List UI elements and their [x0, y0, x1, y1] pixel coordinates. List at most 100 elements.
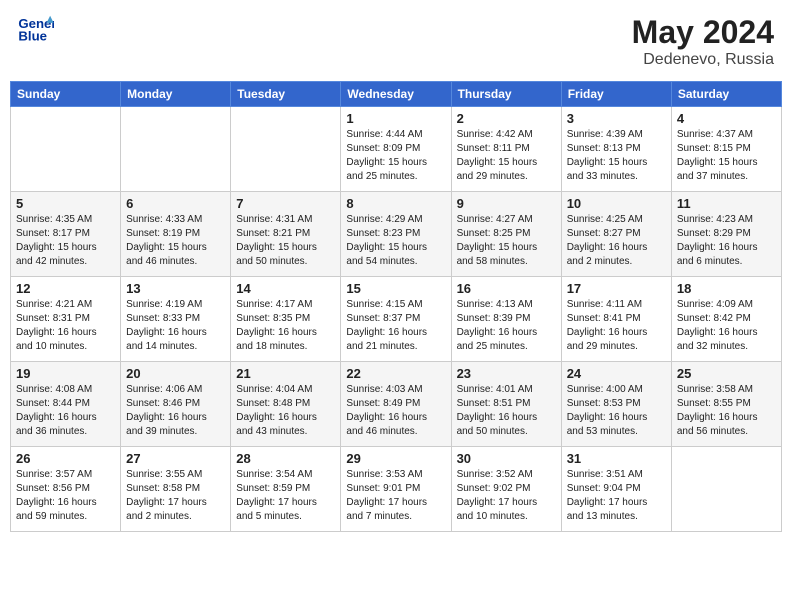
cell-details: Sunrise: 3:54 AMSunset: 8:59 PMDaylight:…: [236, 468, 335, 524]
day-number: 12: [16, 281, 115, 296]
day-number: 9: [457, 196, 556, 211]
cell-details: Sunrise: 4:03 AMSunset: 8:49 PMDaylight:…: [346, 383, 445, 439]
calendar-week-4: 19Sunrise: 4:08 AMSunset: 8:44 PMDayligh…: [11, 362, 782, 447]
day-number: 19: [16, 366, 115, 381]
calendar-cell: [11, 107, 121, 192]
calendar-week-1: 1 Sunrise: 4:44 AMSunset: 8:09 PMDaylight…: [11, 107, 782, 192]
calendar-cell: 17 Sunrise: 4:11 AMSunset: 8:41 PMDayligh…: [561, 277, 671, 362]
weekday-header-saturday: Saturday: [671, 82, 781, 107]
calendar-cell: 14 Sunrise: 4:17 AMSunset: 8:35 PMDayligh…: [231, 277, 341, 362]
calendar-cell: 18 Sunrise: 4:09 AMSunset: 8:42 PMDayligh…: [671, 277, 781, 362]
calendar-cell: 1 Sunrise: 4:44 AMSunset: 8:09 PMDaylight…: [341, 107, 451, 192]
weekday-header-friday: Friday: [561, 82, 671, 107]
calendar-cell: 16 Sunrise: 4:13 AMSunset: 8:39 PMDayligh…: [451, 277, 561, 362]
cell-details: Sunrise: 4:11 AMSunset: 8:41 PMDaylight:…: [567, 298, 666, 354]
calendar-cell: 23Sunrise: 4:01 AMSunset: 8:51 PMDayligh…: [451, 362, 561, 447]
day-number: 16: [457, 281, 556, 296]
cell-details: Sunrise: 4:13 AMSunset: 8:39 PMDaylight:…: [457, 298, 556, 354]
day-number: 11: [677, 196, 776, 211]
day-number: 24: [567, 366, 666, 381]
logo: General Blue: [18, 14, 56, 44]
calendar-cell: 21Sunrise: 4:04 AMSunset: 8:48 PMDayligh…: [231, 362, 341, 447]
cell-details: Sunrise: 4:19 AMSunset: 8:33 PMDaylight:…: [126, 298, 225, 354]
day-number: 30: [457, 451, 556, 466]
calendar-cell: 13 Sunrise: 4:19 AMSunset: 8:33 PMDayligh…: [121, 277, 231, 362]
calendar-cell: 11 Sunrise: 4:23 AMSunset: 8:29 PMDayligh…: [671, 192, 781, 277]
calendar-cell: 8 Sunrise: 4:29 AMSunset: 8:23 PMDaylight…: [341, 192, 451, 277]
calendar-table: SundayMondayTuesdayWednesdayThursdayFrid…: [10, 81, 782, 532]
cell-details: Sunrise: 4:27 AMSunset: 8:25 PMDaylight:…: [457, 213, 556, 269]
cell-details: Sunrise: 4:00 AMSunset: 8:53 PMDaylight:…: [567, 383, 666, 439]
day-number: 22: [346, 366, 445, 381]
cell-details: Sunrise: 4:15 AMSunset: 8:37 PMDaylight:…: [346, 298, 445, 354]
month-title: May 2024: [632, 14, 774, 51]
calendar-cell: 10 Sunrise: 4:25 AMSunset: 8:27 PMDayligh…: [561, 192, 671, 277]
day-number: 10: [567, 196, 666, 211]
cell-details: Sunrise: 4:37 AMSunset: 8:15 PMDaylight:…: [677, 128, 776, 184]
calendar-cell: 28 Sunrise: 3:54 AMSunset: 8:59 PMDayligh…: [231, 447, 341, 532]
calendar-week-3: 12 Sunrise: 4:21 AMSunset: 8:31 PMDayligh…: [11, 277, 782, 362]
calendar-cell: 7Sunrise: 4:31 AMSunset: 8:21 PMDaylight…: [231, 192, 341, 277]
weekday-header-sunday: Sunday: [11, 82, 121, 107]
day-number: 28: [236, 451, 335, 466]
day-number: 20: [126, 366, 225, 381]
calendar-cell: 9 Sunrise: 4:27 AMSunset: 8:25 PMDaylight…: [451, 192, 561, 277]
cell-details: Sunrise: 4:29 AMSunset: 8:23 PMDaylight:…: [346, 213, 445, 269]
day-number: 8: [346, 196, 445, 211]
calendar-cell: [671, 447, 781, 532]
weekday-header-row: SundayMondayTuesdayWednesdayThursdayFrid…: [11, 82, 782, 107]
cell-details: Sunrise: 3:57 AMSunset: 8:56 PMDaylight:…: [16, 468, 115, 524]
calendar-week-5: 26 Sunrise: 3:57 AMSunset: 8:56 PMDayligh…: [11, 447, 782, 532]
calendar-cell: 5Sunrise: 4:35 AMSunset: 8:17 PMDaylight…: [11, 192, 121, 277]
calendar-cell: 20 Sunrise: 4:06 AMSunset: 8:46 PMDayligh…: [121, 362, 231, 447]
day-number: 4: [677, 111, 776, 126]
cell-details: Sunrise: 4:21 AMSunset: 8:31 PMDaylight:…: [16, 298, 115, 354]
day-number: 18: [677, 281, 776, 296]
cell-details: Sunrise: 4:33 AMSunset: 8:19 PMDaylight:…: [126, 213, 225, 269]
calendar-cell: 30 Sunrise: 3:52 AMSunset: 9:02 PMDayligh…: [451, 447, 561, 532]
day-number: 3: [567, 111, 666, 126]
weekday-header-thursday: Thursday: [451, 82, 561, 107]
cell-details: Sunrise: 3:53 AMSunset: 9:01 PMDaylight:…: [346, 468, 445, 524]
day-number: 21: [236, 366, 335, 381]
day-number: 6: [126, 196, 225, 211]
cell-details: Sunrise: 4:35 AMSunset: 8:17 PMDaylight:…: [16, 213, 115, 269]
cell-details: Sunrise: 4:44 AMSunset: 8:09 PMDaylight:…: [346, 128, 445, 184]
calendar-cell: 2 Sunrise: 4:42 AMSunset: 8:11 PMDaylight…: [451, 107, 561, 192]
day-number: 14: [236, 281, 335, 296]
calendar-week-2: 5Sunrise: 4:35 AMSunset: 8:17 PMDaylight…: [11, 192, 782, 277]
cell-details: Sunrise: 4:09 AMSunset: 8:42 PMDaylight:…: [677, 298, 776, 354]
calendar-cell: 15 Sunrise: 4:15 AMSunset: 8:37 PMDayligh…: [341, 277, 451, 362]
cell-details: Sunrise: 4:39 AMSunset: 8:13 PMDaylight:…: [567, 128, 666, 184]
day-number: 15: [346, 281, 445, 296]
calendar-cell: 27Sunrise: 3:55 AMSunset: 8:58 PMDayligh…: [121, 447, 231, 532]
day-number: 17: [567, 281, 666, 296]
day-number: 29: [346, 451, 445, 466]
calendar-cell: 22 Sunrise: 4:03 AMSunset: 8:49 PMDayligh…: [341, 362, 451, 447]
calendar-cell: 25Sunrise: 3:58 AMSunset: 8:55 PMDayligh…: [671, 362, 781, 447]
location-title: Dedenevo, Russia: [632, 51, 774, 69]
calendar-cell: 19Sunrise: 4:08 AMSunset: 8:44 PMDayligh…: [11, 362, 121, 447]
calendar-cell: [231, 107, 341, 192]
cell-details: Sunrise: 3:58 AMSunset: 8:55 PMDaylight:…: [677, 383, 776, 439]
page-header: General Blue May 2024 Dedenevo, Russia: [10, 10, 782, 73]
calendar-cell: 4 Sunrise: 4:37 AMSunset: 8:15 PMDaylight…: [671, 107, 781, 192]
calendar-cell: 24 Sunrise: 4:00 AMSunset: 8:53 PMDayligh…: [561, 362, 671, 447]
day-number: 7: [236, 196, 335, 211]
day-number: 26: [16, 451, 115, 466]
cell-details: Sunrise: 4:06 AMSunset: 8:46 PMDaylight:…: [126, 383, 225, 439]
logo-icon: General Blue: [18, 14, 54, 44]
cell-details: Sunrise: 4:17 AMSunset: 8:35 PMDaylight:…: [236, 298, 335, 354]
title-block: May 2024 Dedenevo, Russia: [632, 14, 774, 69]
weekday-header-wednesday: Wednesday: [341, 82, 451, 107]
cell-details: Sunrise: 4:42 AMSunset: 8:11 PMDaylight:…: [457, 128, 556, 184]
day-number: 13: [126, 281, 225, 296]
day-number: 27: [126, 451, 225, 466]
calendar-cell: 3 Sunrise: 4:39 AMSunset: 8:13 PMDaylight…: [561, 107, 671, 192]
calendar-cell: 26 Sunrise: 3:57 AMSunset: 8:56 PMDayligh…: [11, 447, 121, 532]
cell-details: Sunrise: 4:25 AMSunset: 8:27 PMDaylight:…: [567, 213, 666, 269]
cell-details: Sunrise: 4:23 AMSunset: 8:29 PMDaylight:…: [677, 213, 776, 269]
day-number: 1: [346, 111, 445, 126]
day-number: 2: [457, 111, 556, 126]
cell-details: Sunrise: 3:52 AMSunset: 9:02 PMDaylight:…: [457, 468, 556, 524]
